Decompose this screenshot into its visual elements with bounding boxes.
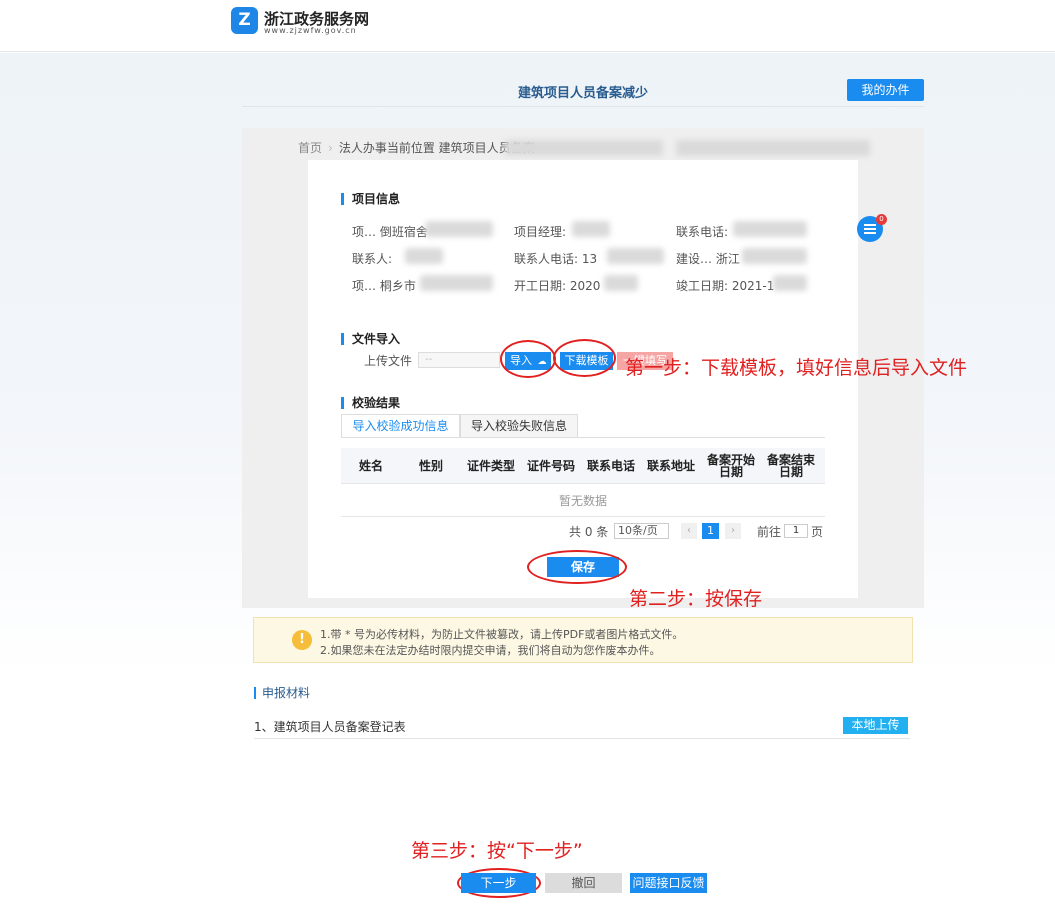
revoke-button[interactable]: 撤回 [545, 873, 622, 893]
field-builder: 建设… 浙江 [676, 252, 740, 266]
empty-state-text: 暂无数据 [558, 494, 607, 508]
annotation-step3: 第三步：按“下一步” [411, 840, 583, 862]
section-title-validation: 校验结果 [341, 397, 400, 409]
notice-line-1: 1.带 * 号为必传材料，为防止文件被篡改，请上传PDF或者图片格式文件。 [320, 628, 684, 641]
local-upload-button[interactable]: 本地上传 [843, 717, 908, 734]
material-item-label: 1、建筑项目人员备案登记表 [254, 720, 406, 734]
table-bottom-line [341, 516, 825, 517]
breadcrumb: 首页 › 法人办事当前位置 建筑项目人员备案 [298, 139, 535, 156]
redacted-area [773, 275, 807, 291]
section-title-file-import: 文件导入 [341, 333, 400, 345]
annotation-ring [553, 339, 616, 377]
page-number[interactable]: 1 [702, 523, 719, 539]
redacted-area [733, 221, 807, 237]
pagination-total: 共 0 条 [569, 525, 609, 539]
tab-divider [341, 437, 825, 438]
feedback-button[interactable]: 问题接口反馈 [630, 873, 707, 893]
column-header: 证件类型 [466, 459, 515, 473]
annotation-step2: 第二步：按保存 [629, 588, 763, 610]
annotation-step1: 第一步：下载模板，填好信息后导入文件 [625, 357, 968, 379]
annotation-ring [500, 340, 556, 378]
column-header: 联系电话 [586, 459, 635, 473]
site-logo-icon[interactable]: Z [231, 7, 258, 34]
column-header: 备案结束日期 [766, 453, 815, 479]
column-header: 联系地址 [646, 459, 695, 473]
field-project-location: 项… 桐乡市 [352, 279, 416, 293]
column-header: 证件号码 [526, 459, 575, 473]
section-title-materials: 申报材料 [254, 687, 310, 699]
redacted-area [742, 248, 807, 264]
annotation-ring [527, 550, 627, 584]
redacted-area [420, 275, 493, 291]
redacted-area [572, 221, 610, 237]
notification-badge: 0 [876, 214, 887, 225]
column-header: 性别 [418, 459, 443, 473]
prev-page-icon[interactable]: ‹ [681, 523, 697, 539]
column-header: 姓名 [358, 459, 383, 473]
section-title-project-info: 项目信息 [341, 193, 400, 205]
field-contact-person: 联系人: [352, 252, 393, 266]
next-page-icon[interactable]: › [725, 523, 741, 539]
page-size-select[interactable]: 10条/页 [614, 523, 669, 539]
field-project-name: 项… 倒班宿舍 [352, 225, 428, 239]
field-end-date: 竣工日期: 2021-1 [676, 279, 775, 293]
breadcrumb-separator-icon: › [328, 141, 333, 155]
redacted-area [425, 221, 493, 237]
field-start-date: 开工日期: 2020 [514, 279, 601, 293]
redacted-area [604, 275, 638, 291]
next-step-button[interactable]: 下一步 [461, 873, 536, 893]
field-contact-person-phone: 联系人电话: 13 [514, 252, 598, 266]
page-title: 建筑项目人员备案减少 [517, 86, 648, 101]
redacted-area [505, 140, 663, 156]
field-contact-phone: 联系电话: [676, 225, 729, 239]
notice-line-2: 2.如果您未在法定办结时限内提交申请，我们将自动为您作废本办件。 [320, 644, 661, 657]
page-suffix: 页 [811, 525, 824, 539]
table-header: 姓名 性别 证件类型 证件号码 联系电话 联系地址 备案开始日期 备案结束日期 [341, 448, 825, 484]
site-url: www.zjzwfw.gov.cn [264, 26, 357, 35]
breadcrumb-home[interactable]: 首页 [298, 141, 322, 155]
warning-icon: ! [292, 630, 312, 650]
redacted-area [607, 248, 664, 264]
redacted-area [676, 140, 870, 156]
tab-import-failure[interactable]: 导入校验失败信息 [460, 414, 578, 438]
goto-label: 前往 [757, 525, 782, 539]
column-header: 备案开始日期 [706, 453, 755, 479]
redacted-area [405, 248, 443, 264]
upload-file-input[interactable]: -- [418, 352, 500, 368]
goto-page-input[interactable]: 1 [784, 524, 808, 538]
upload-file-label: 上传文件 [364, 354, 413, 368]
my-office-button[interactable]: 我的办件 [847, 79, 924, 101]
field-project-manager: 项目经理: [514, 225, 567, 239]
top-bar [0, 0, 1055, 52]
tab-import-success[interactable]: 导入校验成功信息 [341, 414, 460, 438]
